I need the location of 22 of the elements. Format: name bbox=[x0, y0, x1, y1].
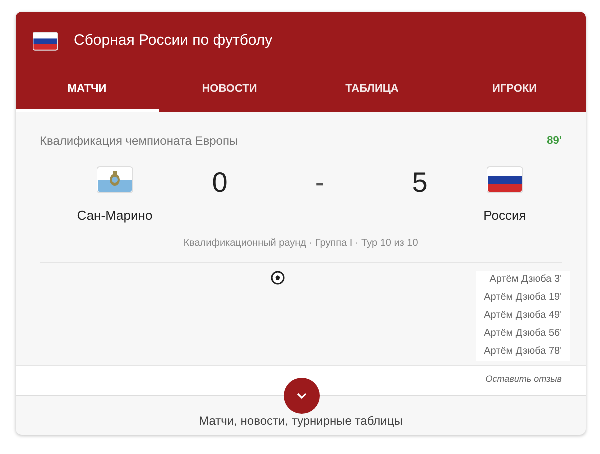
goal-scorer: Артём Дзюба 78' bbox=[484, 344, 562, 358]
round-info: Квалификационный раунд · Группа I · Тур 10 из 10 bbox=[184, 238, 418, 248]
soccer-ball-icon bbox=[271, 270, 286, 284]
tab[interactable]: НОВОСТИ bbox=[158, 70, 301, 112]
goal-scorer: Артём Дзюба 19' bbox=[484, 290, 562, 304]
footer-text: Матчи, новости, турнирные таблицы bbox=[199, 412, 403, 430]
score: 5 bbox=[411, 166, 429, 200]
score: 0 bbox=[211, 166, 229, 200]
competition-label: Квалификация чемпионата Европы bbox=[40, 133, 238, 150]
goal-scorer: Артём Дзюба 49' bbox=[484, 308, 562, 322]
feedback-link[interactable]: Оставить отзыв bbox=[486, 373, 562, 387]
chevron-down-icon bbox=[297, 392, 307, 398]
tab[interactable]: ТАБЛИЦА bbox=[301, 70, 444, 112]
team-name: Сан-Марино bbox=[77, 207, 153, 225]
tab[interactable]: ИГРОКИ bbox=[444, 70, 586, 112]
goal-scorer: Артём Дзюба 3' bbox=[490, 272, 562, 286]
goal-scorer: Артём Дзюба 56' bbox=[484, 326, 562, 340]
score-separator: - bbox=[314, 166, 326, 200]
tab[interactable]: МАТЧИ bbox=[16, 70, 158, 112]
match-minute: 89' bbox=[547, 134, 562, 149]
team-name: Россия bbox=[484, 207, 526, 225]
team-title: Сборная России по футболу bbox=[74, 30, 273, 51]
